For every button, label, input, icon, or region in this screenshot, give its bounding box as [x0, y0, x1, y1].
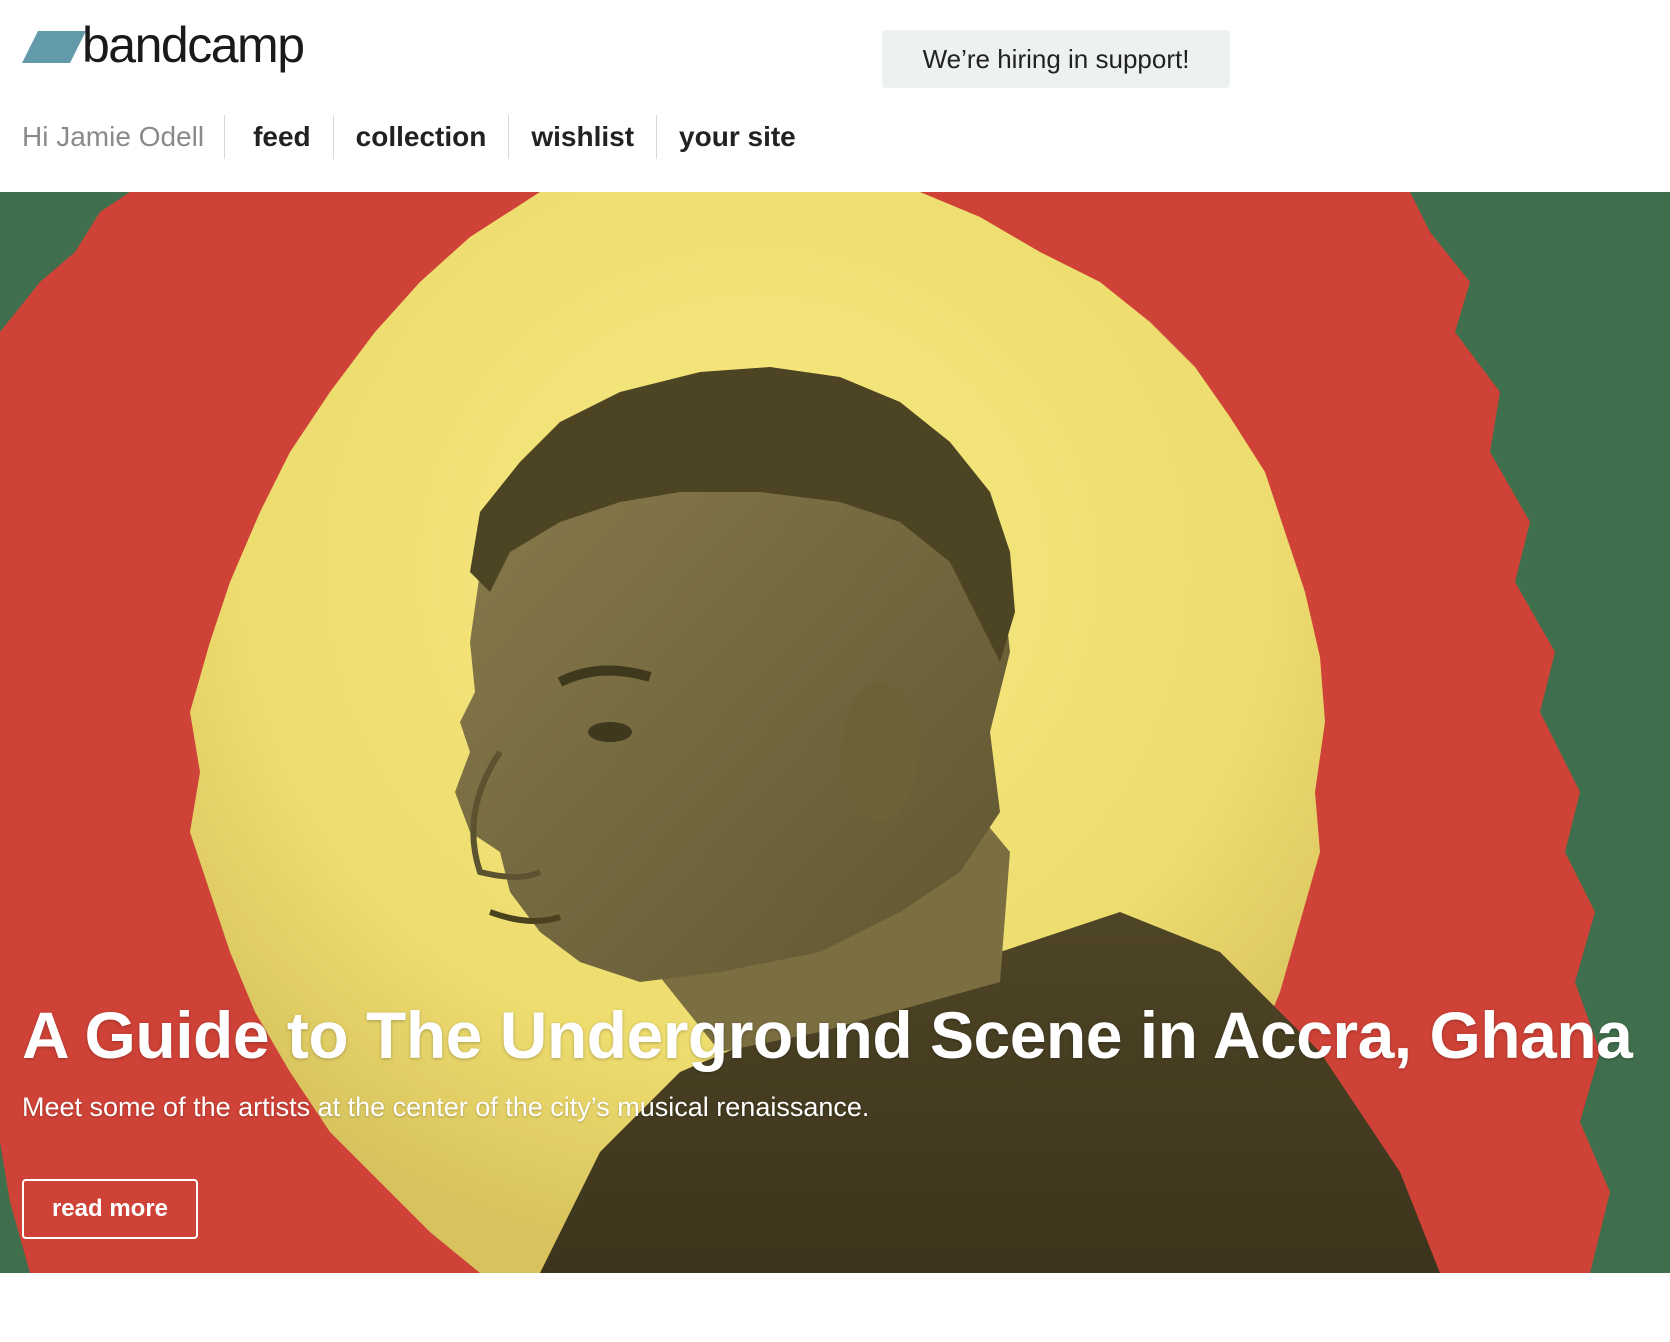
- page: bandcamp We’re hiring in support! Hi Jam…: [0, 0, 1670, 1342]
- logo-wordmark: bandcamp: [82, 17, 305, 73]
- hiring-banner-link[interactable]: We’re hiring in support!: [882, 30, 1230, 88]
- hero-title[interactable]: A Guide to The Underground Scene in Accr…: [22, 997, 1633, 1073]
- featured-story-hero[interactable]: A Guide to The Underground Scene in Accr…: [0, 192, 1670, 1273]
- user-nav: Hi Jamie Odell feed collection wishlist …: [22, 114, 818, 160]
- hero-subtitle: Meet some of the artists at the center o…: [22, 1092, 870, 1122]
- nav-your-site[interactable]: your site: [657, 115, 818, 159]
- bandcamp-logo-icon: [22, 31, 86, 63]
- nav-feed[interactable]: feed: [225, 115, 334, 159]
- bandcamp-logo[interactable]: bandcamp: [22, 17, 305, 73]
- nav-wishlist[interactable]: wishlist: [509, 115, 658, 159]
- nav-collection[interactable]: collection: [334, 115, 510, 159]
- read-more-button[interactable]: read more: [22, 1179, 198, 1239]
- user-greeting: Hi Jamie Odell: [22, 115, 226, 159]
